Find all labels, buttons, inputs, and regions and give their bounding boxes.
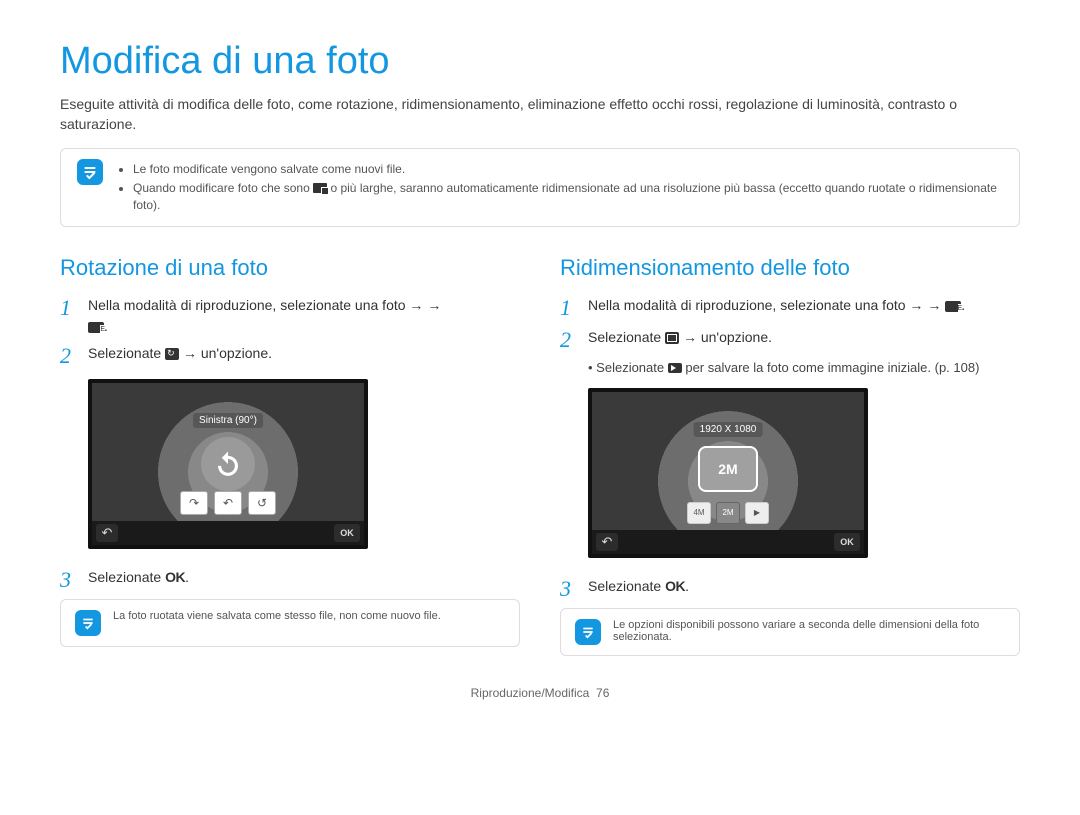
rotate-180-button[interactable]: ↺ xyxy=(248,491,276,515)
left-heading: Rotazione di una foto xyxy=(60,255,520,281)
aspect-8m-icon xyxy=(313,183,327,193)
left-step3: Selezionate OK. xyxy=(88,567,189,593)
right-step3: Selezionate OK. xyxy=(588,576,689,602)
back-button[interactable]: ↶ xyxy=(96,524,118,542)
note-icon xyxy=(575,619,601,645)
step-number-2: 2 xyxy=(60,343,78,369)
ok-button[interactable]: OK xyxy=(834,533,860,551)
top-note-bullet-1: Le foto modificate vengono salvate come … xyxy=(133,161,1003,178)
note-icon xyxy=(75,610,101,636)
step-number-1: 1 xyxy=(60,295,78,337)
left-step2: Selezionate → un'opzione. xyxy=(88,343,272,369)
resize-icon xyxy=(665,332,679,344)
page-footer: Riproduzione/Modifica 76 xyxy=(60,686,1020,700)
step-number-1: 1 xyxy=(560,295,578,321)
step-number-2: 2 xyxy=(560,327,578,353)
page-title: Modifica di una foto xyxy=(60,40,1020,83)
right-step1: Nella modalità di riproduzione, selezion… xyxy=(588,295,965,321)
rotate-preview-screen: Sinistra (90°) ↷ ↶ ↺ ↶ OK xyxy=(88,379,368,549)
edit-menu-icon xyxy=(88,322,104,333)
right-column: Ridimensionamento delle foto 1 Nella mod… xyxy=(560,255,1020,656)
right-sub-bullet: • Selezionate per salvare la foto come i… xyxy=(588,359,1020,377)
size-option-4m[interactable]: 4M xyxy=(687,502,711,524)
rotate-icon xyxy=(165,348,179,360)
top-note-bullet-2: Quando modificare foto che sono o più la… xyxy=(133,180,1003,214)
top-note-box: Le foto modificate vengono salvate come … xyxy=(60,148,1020,226)
size-option-start[interactable]: ▶ xyxy=(745,502,769,524)
right-note-box: Le opzioni disponibili possono variare a… xyxy=(560,608,1020,656)
start-image-icon xyxy=(668,363,682,373)
right-step2: Selezionate → un'opzione. xyxy=(588,327,772,353)
right-heading: Ridimensionamento delle foto xyxy=(560,255,1020,281)
left-step1: Nella modalità di riproduzione, selezion… xyxy=(88,295,441,337)
resize-screen-label: 1920 X 1080 xyxy=(694,422,763,437)
rotate-right-button[interactable]: ↷ xyxy=(180,491,208,515)
back-button[interactable]: ↶ xyxy=(596,533,618,551)
left-column: Rotazione di una foto 1 Nella modalità d… xyxy=(60,255,520,656)
ok-button[interactable]: OK xyxy=(334,524,360,542)
rotate-left-button[interactable]: ↶ xyxy=(214,491,242,515)
intro-text: Eseguite attività di modifica delle foto… xyxy=(60,95,1020,134)
edit-menu-icon xyxy=(945,301,961,312)
note-icon xyxy=(77,159,103,185)
size-option-2m[interactable]: 2M xyxy=(716,502,740,524)
resize-preview-screen: 1920 X 1080 2M 4M 2M ▶ ↶ OK xyxy=(588,388,868,558)
left-note-box: La foto ruotata viene salvata come stess… xyxy=(60,599,520,647)
rotate-screen-label: Sinistra (90°) xyxy=(193,413,263,428)
resize-preview-big-icon: 2M xyxy=(698,446,758,492)
step-number-3: 3 xyxy=(60,567,78,593)
rotate-preview-big-icon xyxy=(201,437,255,491)
step-number-3: 3 xyxy=(560,576,578,602)
